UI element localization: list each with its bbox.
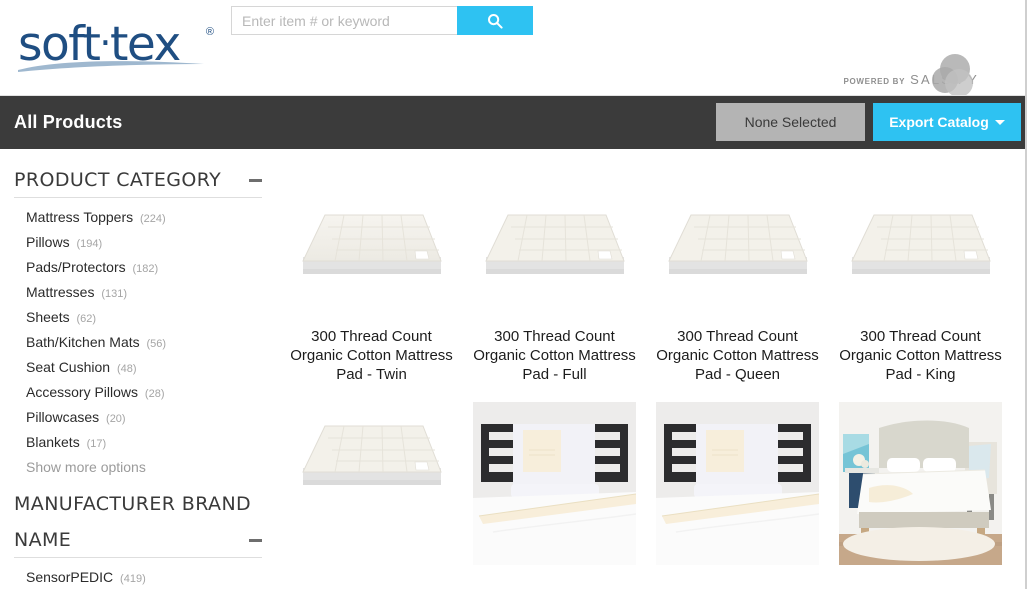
salsify-circle-logo-icon xyxy=(932,54,973,95)
facet-option-count: (48) xyxy=(116,363,137,375)
facet-option-count: (224) xyxy=(140,213,166,225)
facet-header[interactable]: NAME xyxy=(14,515,262,557)
facet-option-count: (20) xyxy=(106,413,126,425)
facet-header[interactable]: MANUFACTURER BRAND xyxy=(14,479,262,515)
export-catalog-label: Export Catalog xyxy=(889,114,989,130)
facet-option[interactable]: Mattresses (131) xyxy=(26,281,262,306)
facet-option-label: Pillows xyxy=(26,234,70,250)
facet-option[interactable]: Pillows (194) xyxy=(26,231,262,256)
facet-title: MANUFACTURER BRAND xyxy=(14,493,252,515)
page-title: All Products xyxy=(14,112,123,132)
action-bar-buttons: None Selected Export Catalog xyxy=(716,103,1021,141)
product-card[interactable] xyxy=(829,402,1012,565)
facet-option-count: (131) xyxy=(101,288,128,300)
facet-option-count: (182) xyxy=(132,263,159,275)
minus-icon[interactable] xyxy=(249,178,262,182)
facet-option-count: (17) xyxy=(86,438,107,450)
product-card[interactable] xyxy=(280,402,463,565)
facet-option[interactable]: Pads/Protectors (182) xyxy=(26,256,262,281)
top-header: soft·tex ® POWERED BY SALSIFY xyxy=(0,0,1025,96)
bed-headboard-photo xyxy=(656,402,819,565)
logo-swoosh-icon xyxy=(18,61,204,72)
facet-header[interactable]: PRODUCT CATEGORY xyxy=(14,149,262,197)
mattress-pad-image xyxy=(472,161,637,321)
body: PRODUCT CATEGORY Mattress Toppers (224) … xyxy=(0,149,1025,589)
mattress-pad-image xyxy=(289,161,454,321)
product-title: 300 Thread Count Organic Cotton Mattress… xyxy=(473,328,636,383)
mattress-pad-image xyxy=(289,402,454,562)
mattress-pad-image xyxy=(838,161,1003,321)
chevron-down-icon xyxy=(994,119,1005,125)
product-card[interactable]: 300 Thread Count Organic Cotton Mattress… xyxy=(463,161,646,384)
search-button[interactable] xyxy=(457,6,533,35)
facet-option-label: Pillowcases xyxy=(26,409,100,425)
catalog-app: soft·tex ® POWERED BY SALSIFY xyxy=(0,0,1027,589)
facet-option[interactable]: Mattress Toppers (224) xyxy=(26,206,262,231)
none-selected-button[interactable]: None Selected xyxy=(716,103,865,141)
export-catalog-button[interactable]: Export Catalog xyxy=(873,103,1021,141)
facet-option-count: (62) xyxy=(76,313,97,325)
product-grid-row-2 xyxy=(276,384,1025,565)
product-grid-row-1: 300 Thread Count Organic Cotton Mattress… xyxy=(276,161,1025,384)
facet-divider xyxy=(14,557,262,558)
brand-logo[interactable]: soft·tex ® xyxy=(14,16,214,78)
facet-option-label: SensorPEDIC xyxy=(26,569,114,585)
facet-option[interactable]: Blankets (17) xyxy=(26,431,262,456)
facet-option-label: Seat Cushion xyxy=(26,359,111,375)
facet-option-label: Accessory Pillows xyxy=(26,384,139,400)
product-grid-area: 300 Thread Count Organic Cotton Mattress… xyxy=(276,149,1025,589)
filters-sidebar: PRODUCT CATEGORY Mattress Toppers (224) … xyxy=(0,149,276,589)
action-bar: All Products None Selected Export Catalo… xyxy=(0,96,1025,149)
powered-by-salsify: POWERED BY SALSIFY xyxy=(843,54,979,95)
powered-by-label: POWERED BY xyxy=(843,77,906,86)
facet-options-list: Mattress Toppers (224) Pillows (194) Pad… xyxy=(14,202,262,456)
facet-option-label: Mattress Toppers xyxy=(26,209,134,225)
facet-option-count: (194) xyxy=(76,238,103,250)
facet-option-label: Mattresses xyxy=(26,284,95,300)
show-more-options-link[interactable]: Show more options xyxy=(14,456,262,479)
facet-manufacturer-brand: MANUFACTURER BRAND xyxy=(0,479,276,515)
logo-registered-mark: ® xyxy=(205,26,214,38)
product-card[interactable] xyxy=(646,402,829,565)
facet-option-count: (56) xyxy=(146,338,167,350)
facet-product-category: PRODUCT CATEGORY Mattress Toppers (224) … xyxy=(0,149,276,479)
facet-option[interactable]: SensorPEDIC (419) xyxy=(26,566,262,589)
facet-title: PRODUCT CATEGORY xyxy=(14,169,222,191)
product-title: 300 Thread Count Organic Cotton Mattress… xyxy=(656,328,819,383)
facet-option-label: Pads/Protectors xyxy=(26,259,126,275)
product-card[interactable]: 300 Thread Count Organic Cotton Mattress… xyxy=(829,161,1012,384)
facet-options-list: SensorPEDIC (419) BioPEDIC® (219) DreamS… xyxy=(14,562,262,589)
bed-headboard-photo xyxy=(473,402,636,565)
facet-option-label: Blankets xyxy=(26,434,80,450)
minus-icon[interactable] xyxy=(249,538,262,542)
product-title: 300 Thread Count Organic Cotton Mattress… xyxy=(290,328,453,383)
search-bar xyxy=(231,6,533,35)
product-card[interactable]: 300 Thread Count Organic Cotton Mattress… xyxy=(280,161,463,384)
facet-option-label: Bath/Kitchen Mats xyxy=(26,334,140,350)
facet-title: NAME xyxy=(14,529,72,551)
facet-option-count: (419) xyxy=(120,573,146,585)
facet-option[interactable]: Seat Cushion (48) xyxy=(26,356,262,381)
product-title: 300 Thread Count Organic Cotton Mattress… xyxy=(839,328,1002,383)
facet-option-count: (28) xyxy=(144,388,165,400)
facet-option-label: Sheets xyxy=(26,309,70,325)
facet-option[interactable]: Sheets (62) xyxy=(26,306,262,331)
search-input[interactable] xyxy=(231,6,457,35)
facet-option[interactable]: Accessory Pillows (28) xyxy=(26,381,262,406)
bedroom-scene-photo xyxy=(839,402,1002,565)
facet-divider xyxy=(14,197,262,198)
mattress-pad-image xyxy=(655,161,820,321)
facet-option[interactable]: Bath/Kitchen Mats (56) xyxy=(26,331,262,356)
search-icon xyxy=(488,13,503,29)
facet-name: NAME SensorPEDIC (419) BioPEDIC® (219) D… xyxy=(0,515,276,589)
facet-option[interactable]: Pillowcases (20) xyxy=(26,406,262,431)
product-card[interactable]: 300 Thread Count Organic Cotton Mattress… xyxy=(646,161,829,384)
product-card[interactable] xyxy=(463,402,646,565)
